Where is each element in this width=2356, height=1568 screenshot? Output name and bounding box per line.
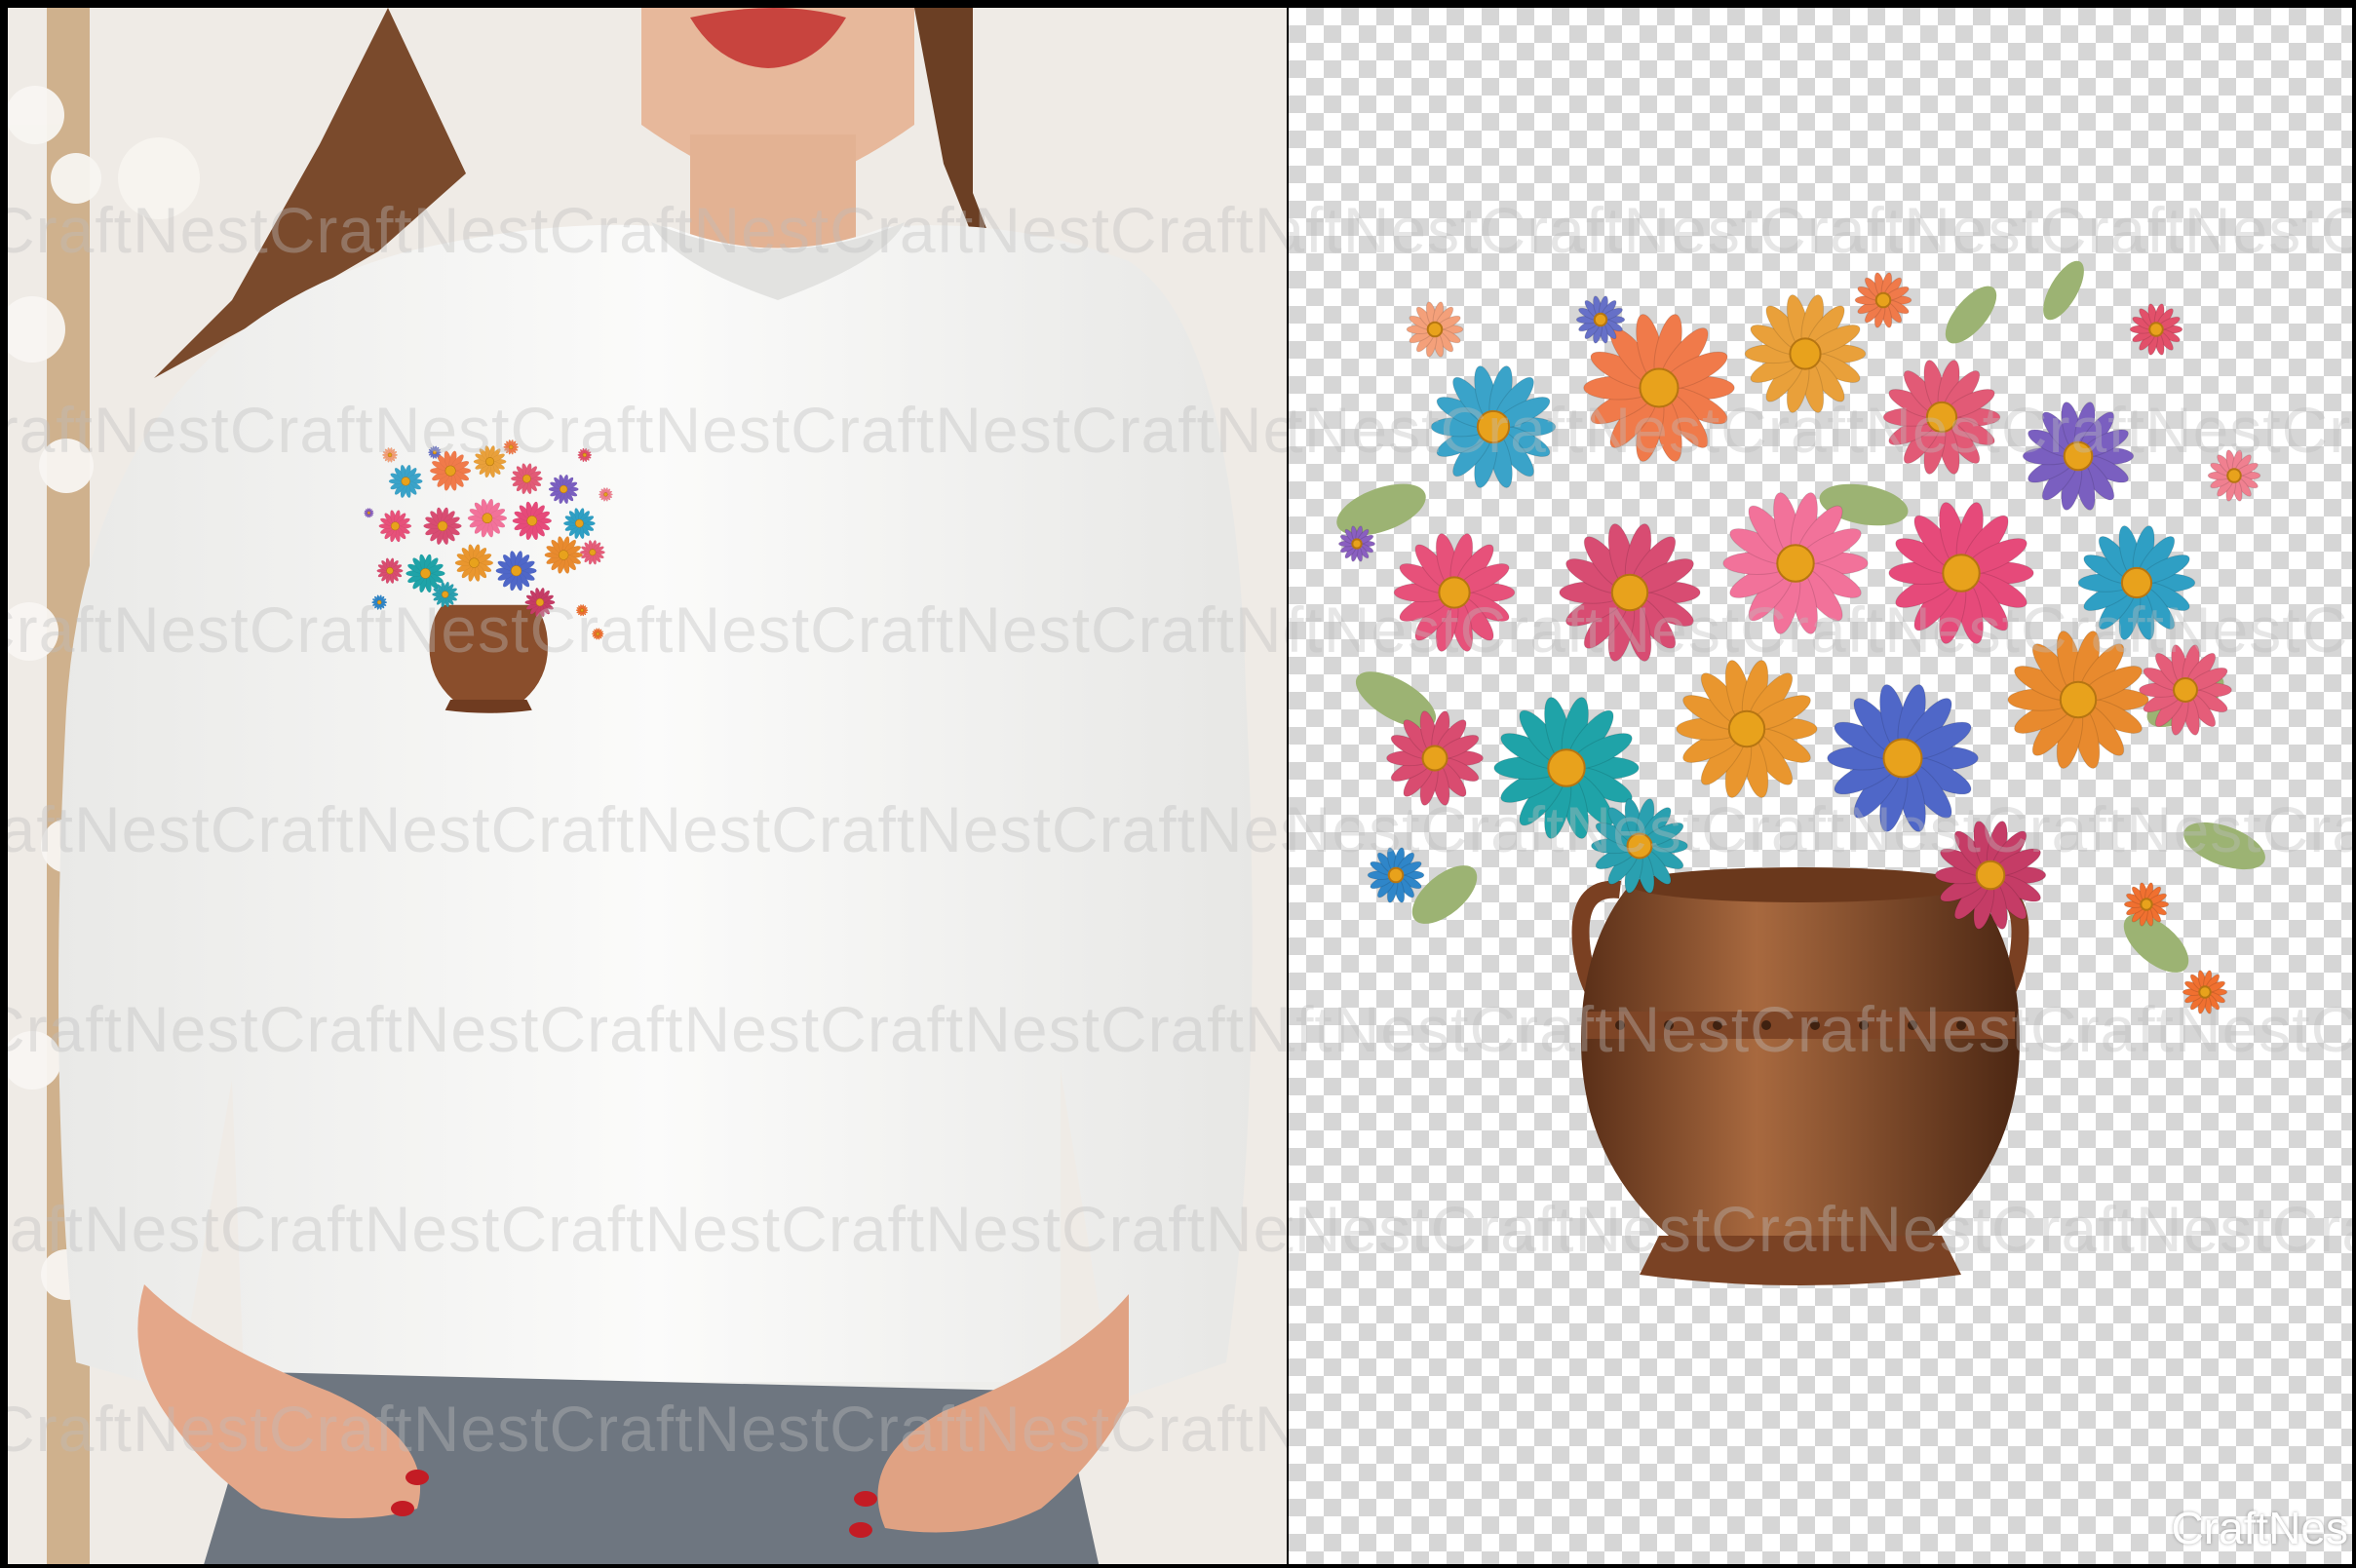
flower-icon <box>2207 449 2261 502</box>
flower-icon <box>2007 631 2149 769</box>
flower-icon <box>1386 710 1484 806</box>
flower-icon <box>1882 360 2001 475</box>
flower-icon <box>1827 684 1979 832</box>
image-frame: CraftNestCraftNestCraftNestCraftNestCraf… <box>0 0 2356 1568</box>
transparent-artwork-panel: CraftNestCraftNestCraftNestCraftNestCraf… <box>1289 8 2352 1564</box>
flower-vase-graphic <box>1336 260 2265 1285</box>
flower-icon <box>1744 294 1867 413</box>
flower-icon <box>2129 303 2183 356</box>
flower-icon <box>1559 523 1701 662</box>
flower-icon <box>1676 660 1818 798</box>
flower-icon <box>1888 502 2034 644</box>
flower-icon <box>1406 301 1464 358</box>
woman-sweatshirt-photo <box>8 8 1287 1564</box>
cotton-ball <box>118 137 200 219</box>
flower-icon <box>2182 970 2228 1014</box>
flower-icon <box>2022 402 2135 511</box>
flower-icon <box>1854 272 1912 328</box>
flower-icon <box>2077 525 2196 640</box>
flower-icon <box>1430 365 1557 488</box>
mockup-photo-panel: CraftNestCraftNestCraftNestCraftNestCraf… <box>8 8 1287 1564</box>
watermark-corner-label: CraftNes <box>2171 1503 2348 1553</box>
flower-icon <box>1393 533 1516 652</box>
flower-icon <box>1367 847 1425 903</box>
